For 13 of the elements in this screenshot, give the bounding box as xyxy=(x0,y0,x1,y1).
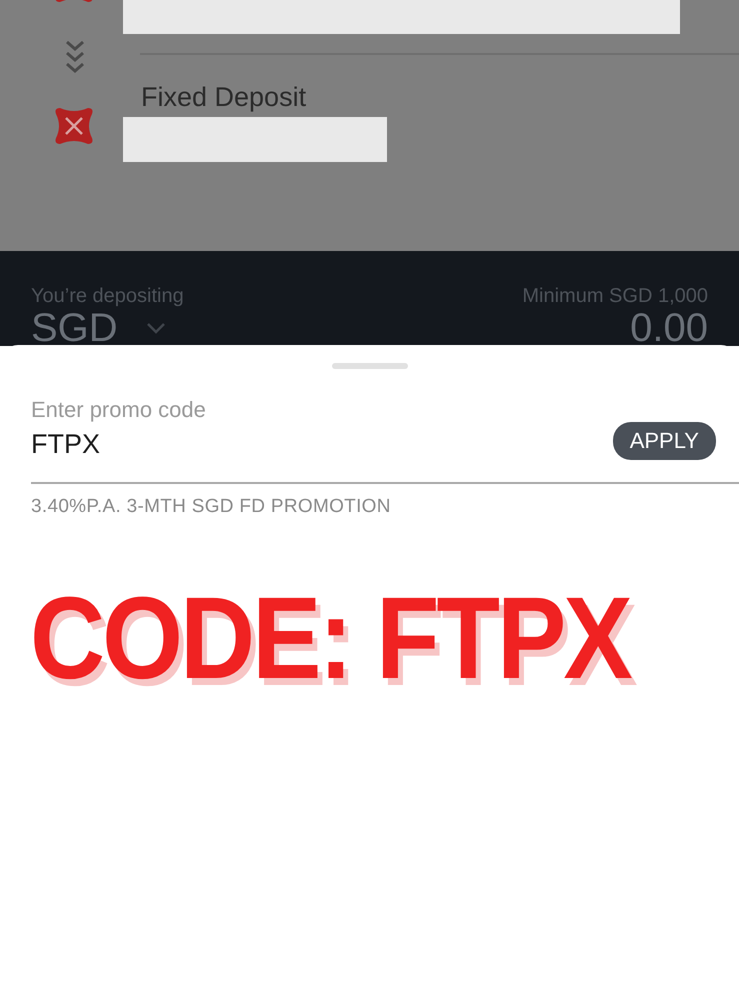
deposit-label: You’re depositing xyxy=(31,285,184,308)
promo-code-input[interactable]: FTPX xyxy=(31,429,231,460)
drag-handle[interactable] xyxy=(332,363,408,369)
minimum-amount: Minimum SGD 1,000 xyxy=(522,285,708,308)
promo-code-annotation: CODE: FTPX xyxy=(30,572,630,706)
apply-button[interactable]: APPLY xyxy=(612,422,716,460)
promotion-name: 3.40%P.A. 3-MTH SGD FD PROMOTION xyxy=(31,496,392,518)
field-label: Enter promo code xyxy=(31,397,207,423)
account-name: Fixed Deposit xyxy=(141,82,308,113)
currency-selector[interactable]: SGD xyxy=(31,308,118,346)
amount-field[interactable]: 0.00 xyxy=(630,308,708,346)
chevron-down-icon[interactable] xyxy=(146,322,166,334)
double-chevron-down-icon xyxy=(64,38,86,74)
